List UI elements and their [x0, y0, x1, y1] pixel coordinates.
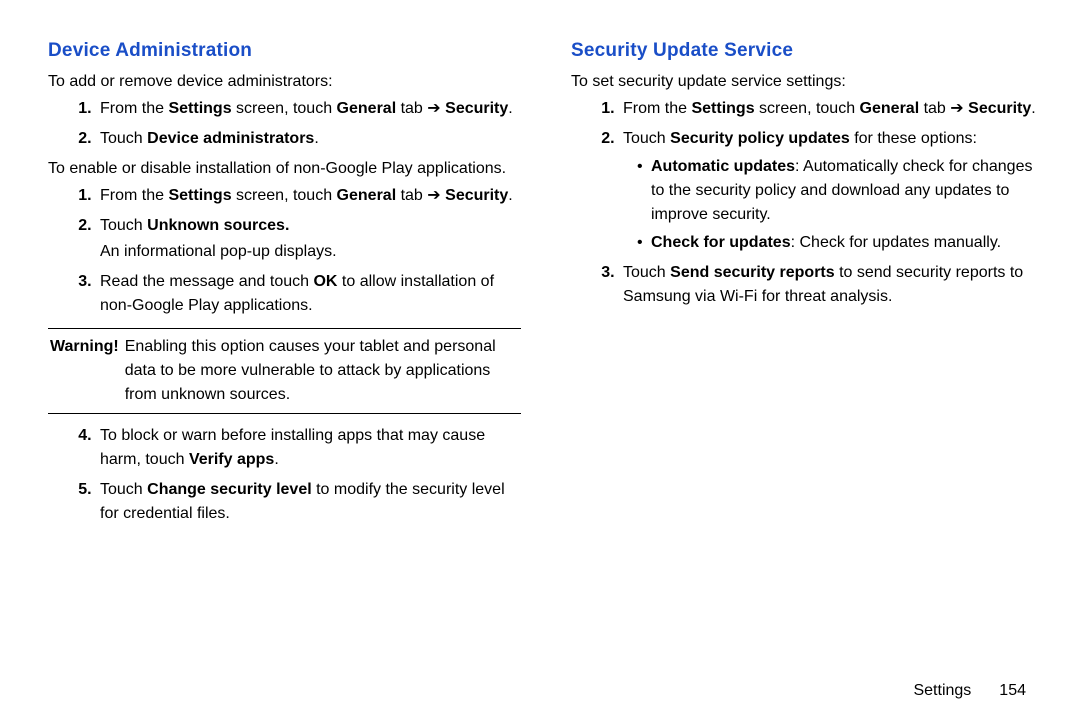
bullet-item: Check for updates: Check for updates man…	[637, 231, 1044, 255]
arrow-icon: ➔	[950, 100, 963, 117]
bold: Device administrators	[147, 130, 314, 147]
followup-text: An informational pop-up displays.	[100, 240, 521, 264]
left-column: Device Administration To add or remove d…	[48, 40, 531, 676]
warning-box: Warning! Enabling this option causes you…	[48, 328, 521, 414]
list-item: Touch Security policy updates for these …	[619, 127, 1044, 255]
list-item: Read the message and touch OK to allow i…	[96, 270, 521, 318]
page-footer: Settings 154	[48, 676, 1044, 700]
ordered-list-2: From the Settings screen, touch General …	[48, 184, 521, 318]
text: Touch	[100, 481, 147, 498]
bold: Unknown sources.	[147, 217, 289, 234]
bold: General	[337, 100, 397, 117]
bold: Send security reports	[670, 264, 835, 281]
bold: Security	[445, 100, 508, 117]
arrow-icon: ➔	[427, 100, 440, 117]
bold: Security	[968, 100, 1031, 117]
heading-device-administration: Device Administration	[48, 40, 521, 62]
text: From the	[623, 100, 691, 117]
heading-security-update-service: Security Update Service	[571, 40, 1044, 62]
footer-section: Settings	[913, 682, 971, 700]
intro-text: To set security update service settings:	[571, 70, 1044, 93]
text: .	[508, 100, 512, 117]
text: Touch	[623, 130, 670, 147]
ordered-list-3: To block or warn before installing apps …	[48, 424, 521, 526]
text: To block or warn before installing apps …	[100, 427, 485, 468]
list-item: From the Settings screen, touch General …	[619, 97, 1044, 121]
bold: Change security level	[147, 481, 312, 498]
text: Touch	[100, 130, 147, 147]
warning-text: Enabling this option causes your tablet …	[125, 335, 521, 407]
text: : Check for updates manually.	[791, 234, 1001, 251]
arrow-icon: ➔	[427, 187, 440, 204]
text: tab	[919, 100, 950, 117]
text: screen, touch	[755, 100, 860, 117]
text: .	[274, 451, 278, 468]
text: Read the message and touch	[100, 273, 313, 290]
text: tab	[396, 187, 427, 204]
text: From the	[100, 100, 168, 117]
text: .	[508, 187, 512, 204]
list-item: From the Settings screen, touch General …	[96, 97, 521, 121]
text: for these options:	[850, 130, 977, 147]
ordered-list-1: From the Settings screen, touch General …	[48, 97, 521, 151]
text: Touch	[100, 217, 147, 234]
list-item: Touch Change security level to modify th…	[96, 478, 521, 526]
bullet-list: Automatic updates: Automatically check f…	[623, 155, 1044, 255]
bold: General	[860, 100, 920, 117]
text: tab	[396, 100, 427, 117]
bold: Automatic updates	[651, 158, 795, 175]
text: .	[1031, 100, 1035, 117]
list-item: To block or warn before installing apps …	[96, 424, 521, 472]
bold: Settings	[691, 100, 754, 117]
bold: General	[337, 187, 397, 204]
list-item: Touch Send security reports to send secu…	[619, 261, 1044, 309]
right-column: Security Update Service To set security …	[561, 40, 1044, 676]
bold: Settings	[168, 100, 231, 117]
footer-page-number: 154	[999, 682, 1026, 700]
bold: OK	[313, 273, 337, 290]
bold: Check for updates	[651, 234, 791, 251]
two-column-layout: Device Administration To add or remove d…	[48, 40, 1044, 676]
text: Touch	[623, 264, 670, 281]
intro-text: To enable or disable installation of non…	[48, 157, 521, 180]
bold: Security	[445, 187, 508, 204]
bullet-item: Automatic updates: Automatically check f…	[637, 155, 1044, 227]
bold: Settings	[168, 187, 231, 204]
intro-text: To add or remove device administrators:	[48, 70, 521, 93]
text: screen, touch	[232, 100, 337, 117]
list-item: Touch Unknown sources. An informational …	[96, 214, 521, 264]
list-item: From the Settings screen, touch General …	[96, 184, 521, 208]
text: screen, touch	[232, 187, 337, 204]
bold: Security policy updates	[670, 130, 850, 147]
manual-page: Device Administration To add or remove d…	[0, 0, 1080, 720]
ordered-list-right: From the Settings screen, touch General …	[571, 97, 1044, 309]
bold: Verify apps	[189, 451, 274, 468]
list-item: Touch Device administrators.	[96, 127, 521, 151]
warning-row: Warning! Enabling this option causes you…	[48, 335, 521, 407]
text: .	[314, 130, 318, 147]
warning-label: Warning!	[48, 335, 125, 407]
text: From the	[100, 187, 168, 204]
